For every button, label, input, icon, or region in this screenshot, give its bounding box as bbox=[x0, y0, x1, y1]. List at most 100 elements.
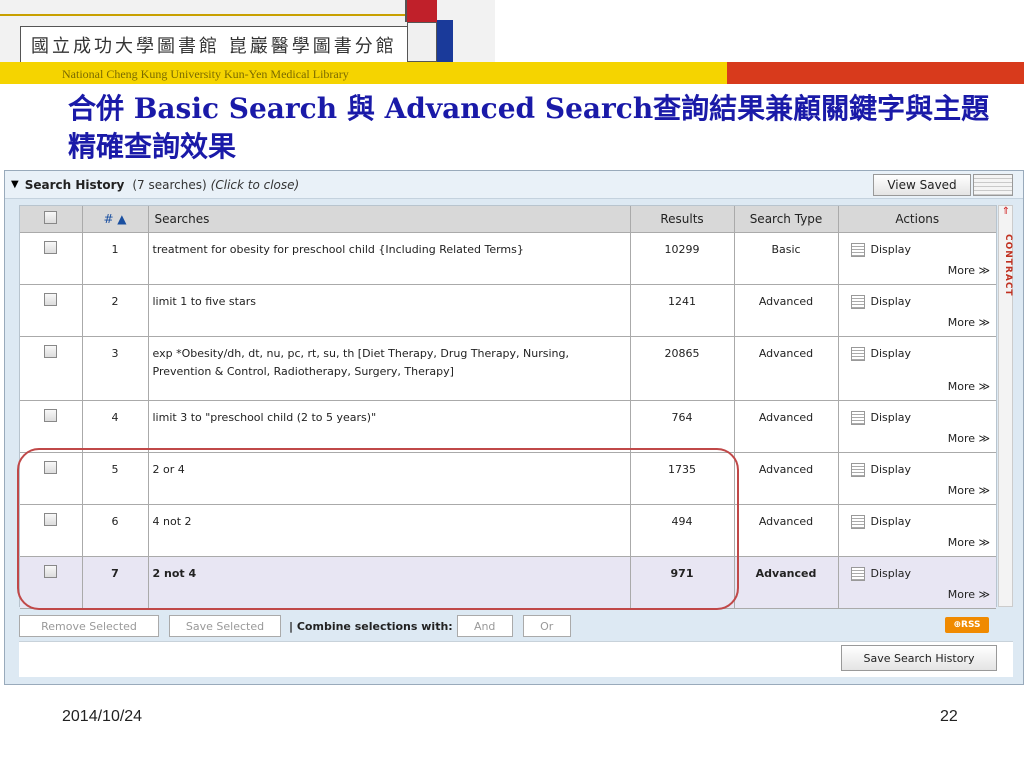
table-row: 64 not 2 494 Advanced Display More ≫ bbox=[20, 504, 997, 557]
display-link[interactable]: Display bbox=[850, 461, 997, 479]
row-checkbox-cell bbox=[20, 504, 83, 557]
accent-bar bbox=[727, 62, 1024, 84]
slide-date: 2014/10/24 bbox=[62, 708, 143, 725]
row-checkbox-cell bbox=[20, 452, 83, 505]
banner-rule bbox=[0, 14, 410, 16]
row-search-query: 2 not 4 bbox=[148, 556, 631, 609]
row-results: 764 bbox=[630, 400, 735, 453]
select-all-header bbox=[20, 206, 83, 233]
banner-box bbox=[407, 22, 437, 62]
scroll-top-icon[interactable]: ⇑ bbox=[1000, 206, 1012, 224]
display-label[interactable]: Display bbox=[871, 461, 912, 479]
display-link[interactable]: Display bbox=[850, 241, 997, 259]
more-link[interactable]: More ≫ bbox=[948, 586, 990, 604]
row-search-type: Advanced bbox=[734, 452, 839, 505]
display-icon bbox=[850, 514, 865, 529]
display-icon bbox=[850, 294, 865, 309]
search-history-panel: ▼ Search History (7 searches) (Click to … bbox=[4, 170, 1024, 685]
select-all-checkbox[interactable] bbox=[44, 210, 58, 224]
row-actions: Display More ≫ bbox=[838, 556, 997, 609]
row-checkbox[interactable] bbox=[44, 408, 58, 422]
row-checkbox-cell bbox=[20, 284, 83, 337]
display-label[interactable]: Display bbox=[871, 409, 912, 427]
display-label[interactable]: Display bbox=[871, 513, 912, 531]
display-link[interactable]: Display bbox=[850, 565, 997, 583]
row-number: 7 bbox=[82, 556, 149, 609]
selection-toolbar: Remove Selected Save Selected | Combine … bbox=[19, 613, 997, 639]
table-row: 3 exp *Obesity/dh, dt, nu, pc, rt, su, th… bbox=[20, 336, 997, 401]
search-count: (7 searches) bbox=[132, 177, 207, 192]
rss-label: RSS bbox=[961, 620, 981, 630]
row-search-type: Advanced bbox=[734, 400, 839, 453]
row-checkbox[interactable] bbox=[44, 344, 58, 358]
row-checkbox[interactable] bbox=[44, 240, 58, 254]
search-history-header[interactable]: ▼ Search History (7 searches) (Click to … bbox=[5, 171, 1023, 199]
results-header: Results bbox=[630, 206, 735, 233]
contract-tab[interactable]: ⇑ CONTRACT bbox=[998, 205, 1013, 607]
banner-red-block bbox=[407, 0, 437, 22]
display-link[interactable]: Display bbox=[850, 513, 997, 531]
library-logo-text: 國立成功大學圖書館 崑巖醫學圖書分館 bbox=[20, 26, 430, 62]
search-history-table: # ▲ Searches Results Search Type Actions… bbox=[19, 205, 997, 609]
collapse-triangle-icon[interactable]: ▼ bbox=[11, 179, 19, 190]
row-number: 6 bbox=[82, 504, 149, 557]
search-history-title[interactable]: Search History bbox=[25, 178, 125, 192]
save-selected-button[interactable]: Save Selected bbox=[169, 615, 281, 637]
num-header[interactable]: # ▲ bbox=[82, 206, 149, 233]
more-link[interactable]: More ≫ bbox=[948, 534, 990, 552]
more-link[interactable]: More ≫ bbox=[948, 378, 990, 396]
display-icon bbox=[850, 242, 865, 257]
save-search-history-button[interactable]: Save Search History bbox=[841, 645, 997, 671]
row-actions: Display More ≫ bbox=[838, 284, 997, 337]
table-row: 2 limit 1 to five stars 1241 Advanced Displa… bbox=[20, 284, 997, 337]
list-view-icon[interactable] bbox=[973, 174, 1013, 196]
row-results: 971 bbox=[630, 556, 735, 609]
row-actions: Display More ≫ bbox=[838, 452, 997, 505]
row-checkbox[interactable] bbox=[44, 460, 58, 474]
search-type-header: Search Type bbox=[734, 206, 839, 233]
row-actions: Display More ≫ bbox=[838, 400, 997, 453]
more-link[interactable]: More ≫ bbox=[948, 314, 990, 332]
row-checkbox[interactable] bbox=[44, 512, 58, 526]
display-link[interactable]: Display bbox=[850, 345, 997, 363]
and-button[interactable]: And bbox=[456, 615, 513, 637]
or-button[interactable]: Or bbox=[522, 615, 571, 637]
row-checkbox-cell bbox=[20, 556, 83, 609]
view-saved-button[interactable]: View Saved bbox=[873, 174, 971, 196]
display-label[interactable]: Display bbox=[871, 241, 912, 259]
more-link[interactable]: More ≫ bbox=[948, 262, 990, 280]
display-icon bbox=[850, 346, 865, 361]
row-checkbox[interactable] bbox=[44, 564, 58, 578]
row-number: 1 bbox=[82, 232, 149, 285]
contract-label[interactable]: CONTRACT bbox=[999, 234, 1013, 297]
row-search-query: exp *Obesity/dh, dt, nu, pc, rt, su, th … bbox=[148, 336, 631, 401]
row-results: 10299 bbox=[630, 232, 735, 285]
display-icon bbox=[850, 462, 865, 477]
row-search-query: 2 or 4 bbox=[148, 452, 631, 505]
row-search-query: limit 1 to five stars bbox=[148, 284, 631, 337]
more-link[interactable]: More ≫ bbox=[948, 430, 990, 448]
table-row: 4 limit 3 to "preschool child (2 to 5 yea… bbox=[20, 400, 997, 453]
display-link[interactable]: Display bbox=[850, 293, 997, 311]
subtitle-bar: National Cheng Kung University Kun-Yen M… bbox=[0, 62, 727, 84]
display-label[interactable]: Display bbox=[871, 345, 912, 363]
row-search-type: Advanced bbox=[734, 504, 839, 557]
row-checkbox[interactable] bbox=[44, 292, 58, 306]
table-row: 1 treatment for obesity for preschool chi… bbox=[20, 232, 997, 285]
display-icon bbox=[850, 410, 865, 425]
display-label[interactable]: Display bbox=[871, 293, 912, 311]
remove-selected-button[interactable]: Remove Selected bbox=[19, 615, 159, 637]
more-link[interactable]: More ≫ bbox=[948, 482, 990, 500]
table-row: 52 or 4 1735 Advanced Display More ≫ bbox=[20, 452, 997, 505]
row-checkbox-cell bbox=[20, 336, 83, 401]
row-actions: Display More ≫ bbox=[838, 232, 997, 285]
row-results: 494 bbox=[630, 504, 735, 557]
display-label[interactable]: Display bbox=[871, 565, 912, 583]
click-to-close-hint[interactable]: (Click to close) bbox=[211, 178, 300, 192]
rss-feed-icon[interactable]: ⊕ RSS bbox=[945, 617, 989, 633]
table-row: 72 not 4 971 Advanced Display More ≫ bbox=[20, 556, 997, 609]
row-number: 2 bbox=[82, 284, 149, 337]
display-icon bbox=[850, 566, 865, 581]
row-search-query: limit 3 to "preschool child (2 to 5 year… bbox=[148, 400, 631, 453]
display-link[interactable]: Display bbox=[850, 409, 997, 427]
